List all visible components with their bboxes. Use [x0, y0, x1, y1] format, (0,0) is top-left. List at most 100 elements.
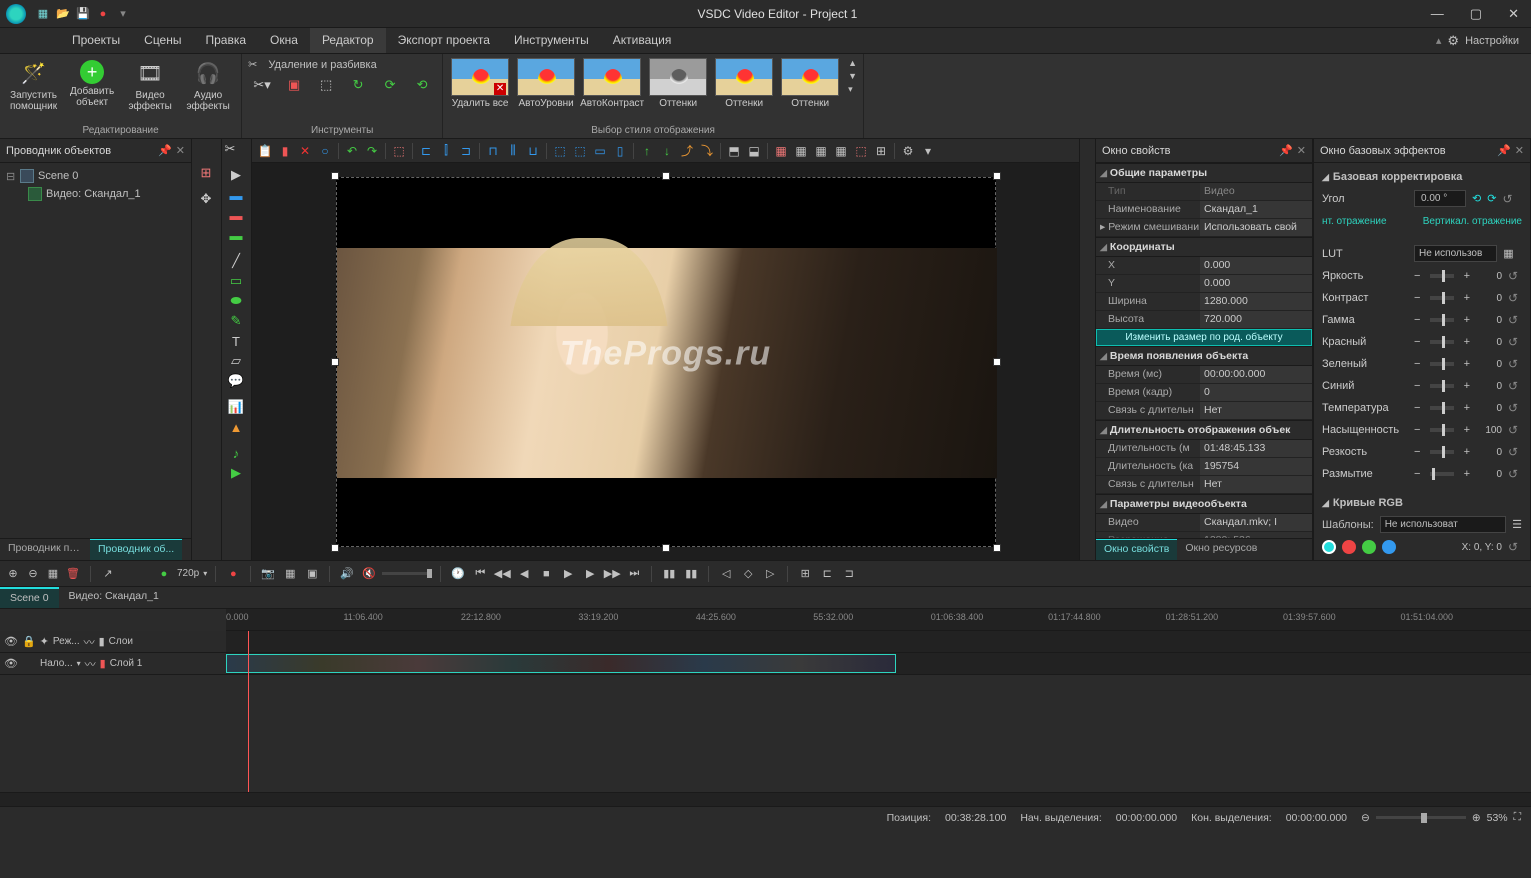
rect-red-icon[interactable]: ▬ [222, 205, 250, 225]
align-bottom-icon[interactable]: ⊔ [524, 142, 542, 160]
subtitle-icon[interactable]: 💬 [222, 371, 250, 391]
prop-height[interactable]: 720.000 [1200, 311, 1312, 328]
zoom-slider[interactable] [1376, 816, 1466, 819]
counter-icon[interactable]: ▲ [222, 417, 250, 437]
reset-icon[interactable]: ↺ [1508, 445, 1522, 459]
zoom-in-icon[interactable]: ⊕ [1472, 812, 1481, 824]
reset-icon[interactable]: ↺ [1508, 335, 1522, 349]
prop-video-file[interactable]: Скандал.mkv; I [1200, 514, 1312, 531]
rotate-icon[interactable]: ↻ [344, 75, 372, 95]
close-button[interactable]: ✕ [1502, 6, 1525, 22]
templates-select[interactable]: Не использоват [1380, 516, 1506, 533]
vol-icon[interactable]: 🔊 [338, 565, 356, 583]
screenshot-icon[interactable]: 📷 [259, 565, 277, 583]
grid-icon[interactable]: ⊞ [192, 163, 220, 183]
style-autocontrast[interactable]: АвтоКонтраст [581, 58, 643, 109]
settings-label[interactable]: Настройки [1465, 35, 1519, 47]
reset-icon[interactable]: ↺ [1508, 357, 1522, 371]
prop-time-ms[interactable]: 00:00:00.000 [1200, 366, 1312, 383]
go-start-icon[interactable]: ⏮ [471, 565, 489, 583]
tree-scene-node[interactable]: ⊟ Scene 0 [2, 167, 189, 185]
reset-icon[interactable]: ↺ [1508, 467, 1522, 481]
zoom-out-icon[interactable]: ⊖ [1361, 812, 1370, 824]
cam-icon[interactable]: ▣ [303, 565, 321, 583]
cog-icon[interactable]: ⚙ [899, 142, 917, 160]
crop2-icon[interactable]: ⬚ [312, 75, 340, 95]
resize-to-parent-action[interactable]: Изменить размер по род. объекту [1096, 329, 1312, 346]
explorer-tab-project[interactable]: Проводник пр... [0, 539, 90, 560]
dist-v-icon[interactable]: ⬚ [571, 142, 589, 160]
timeline-tab-video[interactable]: Видео: Скандал_1 [59, 587, 169, 608]
collapse-icon[interactable]: ⊟ [6, 170, 16, 183]
out-icon[interactable]: ↗ [99, 565, 117, 583]
section-general[interactable]: ◢Общие параметры [1096, 163, 1312, 183]
quality-label[interactable]: 720p [177, 568, 199, 579]
curve-blue-dot[interactable] [1382, 540, 1396, 554]
record-icon[interactable]: ● [224, 565, 242, 583]
cursor2-icon[interactable]: ⊐ [840, 565, 858, 583]
mark-in-icon[interactable]: ▮▮ [660, 565, 678, 583]
track-row[interactable]: 👁 Нало... ▾ 〰 ▮ Слой 1 [0, 653, 1531, 675]
bars-icon[interactable]: ▮ [100, 657, 106, 670]
play-icon[interactable]: ▶ [559, 565, 577, 583]
menu-instruments[interactable]: Инструменты [502, 28, 601, 53]
stack-icon[interactable]: ▦ [44, 565, 62, 583]
step-fwd-icon[interactable]: ▶▶ [603, 565, 621, 583]
menu-activation[interactable]: Активация [601, 28, 684, 53]
brightness-slider[interactable] [1430, 274, 1453, 278]
rect-green-icon[interactable]: ▬ [222, 225, 250, 245]
menu-edit[interactable]: Правка [194, 28, 259, 53]
timeline-tab-scene[interactable]: Scene 0 [0, 587, 59, 608]
style-tint2[interactable]: Оттенки [713, 58, 775, 109]
minimize-button[interactable]: — [1425, 6, 1450, 22]
clipboard-icon[interactable]: 📋 [256, 142, 274, 160]
video-canvas[interactable]: TheProgs.ru [336, 177, 996, 547]
zoom-fit-icon[interactable]: ⛶ [1514, 811, 1521, 824]
dist-h-icon[interactable]: ⬚ [551, 142, 569, 160]
browse-icon[interactable]: ▦ [1503, 247, 1513, 260]
more-icon[interactable]: ▾ [919, 142, 937, 160]
section-appear[interactable]: ◢Время появления объекта [1096, 346, 1312, 366]
loop-icon[interactable]: ⊞ [796, 565, 814, 583]
text-icon[interactable]: T [222, 331, 250, 351]
eye-icon[interactable]: 👁 [4, 635, 18, 648]
select-bounds-icon[interactable]: ⬚ [852, 142, 870, 160]
prop-x[interactable]: 0.000 [1200, 257, 1312, 274]
pointer-icon[interactable]: ▶ [222, 165, 250, 185]
bars-icon[interactable]: ▮ [99, 635, 105, 648]
canvas-scrollbar[interactable] [1079, 139, 1095, 560]
curve-green-dot[interactable] [1362, 540, 1376, 554]
preview-quality-icon[interactable]: ● [155, 565, 173, 583]
zoom-value[interactable]: 53% [1487, 812, 1508, 824]
fx-icon[interactable]: ✦ [40, 635, 49, 648]
reset-icon[interactable]: ↺ [1508, 379, 1522, 393]
align-right-icon[interactable]: ⊐ [457, 142, 475, 160]
timeline-scrollbar[interactable] [0, 792, 1531, 806]
wizard-button[interactable]: 🪄Запустить помощник [6, 58, 61, 114]
reset-icon[interactable]: ↺ [1508, 423, 1522, 437]
style-autolevels[interactable]: АвтоУровни [515, 58, 577, 109]
panel-close-icon[interactable]: ✕ [176, 144, 185, 157]
prop-link-dur[interactable]: Нет [1200, 402, 1312, 419]
resources-tab[interactable]: Окно ресурсов [1177, 539, 1265, 560]
up-icon[interactable]: ↑ [638, 142, 656, 160]
audio-effects-button[interactable]: 🎧Аудио эффекты [181, 58, 235, 114]
tooltip-icon[interactable]: ▱ [222, 351, 250, 371]
next-key-icon[interactable]: ▷ [761, 565, 779, 583]
vflip-link[interactable]: Вертикал. отражение [1423, 216, 1522, 227]
prev-frame-icon[interactable]: ◀ [515, 565, 533, 583]
align-center-h-icon[interactable]: ⫿ [437, 142, 455, 160]
add-key-icon[interactable]: ◇ [739, 565, 757, 583]
layout2-icon[interactable]: ▦ [792, 142, 810, 160]
menu-windows[interactable]: Окна [258, 28, 310, 53]
crop-tool-icon[interactable]: ▣ [280, 75, 308, 95]
mark-out-icon[interactable]: ▮▮ [682, 565, 700, 583]
timeline-ruler[interactable]: 0.000 11:06.400 22:12.800 33:19.200 44:2… [226, 609, 1531, 631]
mute-icon[interactable]: 🔇 [360, 565, 378, 583]
back-icon[interactable]: ⤵ [698, 142, 716, 160]
video-obj-icon[interactable]: ▶ [222, 463, 250, 483]
style-down-icon[interactable]: ▼ [848, 71, 857, 81]
reset-icon[interactable]: ↺ [1508, 401, 1522, 415]
tree-video-node[interactable]: Видео: Скандал_1 [2, 185, 189, 203]
circle-icon[interactable]: ○ [316, 142, 334, 160]
